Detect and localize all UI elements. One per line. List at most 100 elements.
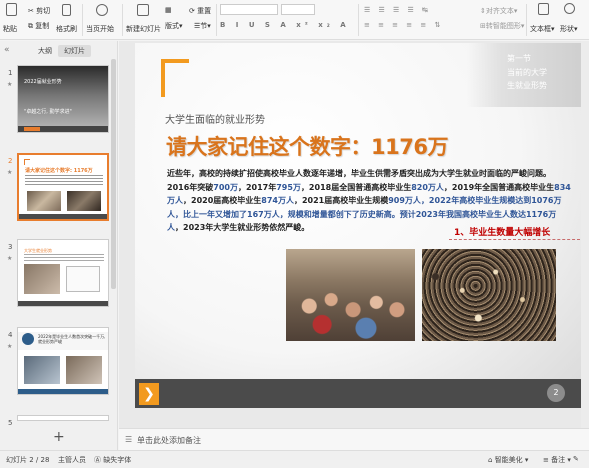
thumb-subtitle: "卓越之行, 勤学求进" [24, 109, 72, 115]
beautify-icon: ⌂ [488, 456, 493, 464]
section-dropdown[interactable]: ☰节▾ [194, 21, 211, 31]
textbox-icon[interactable] [538, 3, 549, 15]
notes-toggle-label: 备注 [551, 456, 566, 464]
list-format-buttons[interactable]: ☰ ☰ ☰ ☰ ↹ [364, 6, 431, 14]
animation-star-icon: ★ [7, 169, 13, 176]
missing-font-label: 缺失字体 [103, 456, 132, 464]
layout-dropdown[interactable]: 版式▾ [165, 21, 183, 31]
thumb-footer-bar [18, 389, 108, 394]
status-bar: 幻灯片 2 / 28 主管人员 Ⓐ 缺失字体 ⌂ 智能美化 ▾ ≡ 备注 ▾ ✎ [0, 450, 589, 468]
slide-thumbnail-5[interactable] [17, 415, 109, 421]
copy-label: 复制 [35, 22, 50, 30]
reset-button[interactable]: ⟳ 重置 [189, 6, 211, 16]
comment-icon: ✎ [573, 455, 579, 463]
slide-canvas: 第一节 当前的大学 生就业形势 大学生面临的就业形势 请大家记住这个数字：117… [119, 41, 589, 428]
highlight-value: 700万 [213, 182, 238, 192]
graduates-photo[interactable] [286, 249, 415, 341]
tab-outline[interactable]: 大纲 [32, 45, 58, 57]
add-slide-button[interactable]: + [53, 429, 65, 445]
text-format-buttons[interactable]: B I U S A x² x₂ A [220, 21, 350, 29]
notes-pane[interactable]: ☰ 单击此处添加备注 [119, 428, 589, 450]
thumb-accent [24, 127, 40, 131]
slide-thumbnail-4[interactable]: 2022年是毕业生人数首次突破一千万, 就业形势严峻 [17, 327, 109, 395]
point-label[interactable]: 1、毕业生数量大幅增长 [454, 225, 550, 238]
thumb-text-lines [25, 175, 103, 187]
new-slide-button[interactable]: 新建幻灯片 [126, 24, 161, 34]
highlight-value: 874万人 [261, 196, 294, 205]
play-from-current-button[interactable]: 当页开始 [86, 24, 114, 34]
convert-smartart-button[interactable]: ⊞转智能图形▾ [480, 21, 524, 31]
crowd-photo[interactable] [422, 249, 556, 341]
thumb-image [67, 191, 101, 211]
thumb-textbox [66, 266, 100, 292]
missing-font-button[interactable]: Ⓐ 缺失字体 [94, 455, 131, 465]
slide-thumbnail-1[interactable]: 2022届就业形势 "卓越之行, 勤学求进" [17, 65, 109, 133]
textbox-button[interactable]: 文本框▾ [530, 24, 555, 34]
notes-icon: ☰ [125, 435, 133, 444]
banner-line: 生就业形势 [507, 81, 547, 90]
format-painter-button[interactable]: 格式刷 [56, 24, 77, 34]
notes-toggle-button[interactable]: ≡ 备注 ▾ [543, 455, 571, 465]
slide-thumbnail-2[interactable]: 请大家记住这个数字: 1176万 [17, 153, 109, 221]
current-slide[interactable]: 第一节 当前的大学 生就业形势 大学生面临的就业形势 请大家记住这个数字：117… [135, 43, 583, 408]
cut-label: 剪切 [36, 7, 51, 15]
banner-line: 当前的大学 [507, 68, 547, 77]
slide-counter: 幻灯片 2 / 28 [6, 456, 50, 464]
thumb-title: 2022届就业形势 [24, 79, 62, 85]
highlight-value: 795万 [276, 182, 301, 192]
slide-number: 2 [8, 157, 13, 165]
copy-button[interactable]: ⧉ 复制 [28, 21, 49, 31]
format-painter-icon[interactable] [62, 4, 71, 16]
slide-headline[interactable]: 请大家记住这个数字：1176万 [166, 131, 448, 161]
cut-button[interactable]: ✂ 剪切 [28, 6, 50, 16]
thumb-image [27, 191, 61, 211]
ribbon-toolbar: 粘贴 ✂ 剪切 ⧉ 复制 格式刷 当页开始 新建幻灯片 ▦ ⟳ 重置 版式▾ ☰… [0, 0, 589, 40]
play-icon[interactable] [96, 4, 108, 16]
canvas-scrollbar[interactable] [581, 41, 589, 428]
smart-beautify-button[interactable]: ⌂ 智能美化 ▾ [488, 455, 528, 465]
smart-beautify-label: 智能美化 [494, 456, 523, 464]
theme-name[interactable]: 主管人员 [58, 455, 86, 465]
shape-label: 形状 [560, 25, 574, 33]
scissors-icon: ✂ [28, 7, 34, 15]
chevron-right-icon: ❯ [139, 383, 159, 405]
layout-button[interactable]: ▦ [165, 6, 172, 14]
collapse-panel-icon[interactable]: « [4, 45, 10, 55]
shape-button[interactable]: 形状▾ [560, 24, 578, 34]
ribbon-divider [526, 4, 527, 36]
notes-placeholder[interactable]: 单击此处添加备注 [137, 435, 201, 446]
thumb-image [66, 356, 102, 384]
animation-star-icon: ★ [7, 81, 13, 88]
font-size-select[interactable] [281, 4, 315, 15]
shape-icon[interactable] [564, 3, 575, 14]
reset-label: 重置 [197, 7, 212, 15]
slide-number: 3 [8, 243, 13, 251]
slide-subtitle[interactable]: 大学生面临的就业形势 [165, 111, 265, 126]
ribbon-divider [358, 4, 359, 36]
font-family-select[interactable] [220, 4, 278, 15]
paragraph-align-buttons[interactable]: ≡ ≡ ≡ ≡ ≡ ⇅ [364, 21, 443, 29]
thumb-image [24, 264, 60, 294]
slide-thumbnail-3[interactable]: 大学生就业形势 [17, 239, 109, 307]
panel-scrollbar[interactable] [111, 59, 116, 289]
slide-page-number: 2 [547, 384, 565, 402]
paste-button[interactable]: 粘贴 [3, 24, 17, 34]
new-slide-icon[interactable] [137, 4, 149, 16]
banner-line: 第一节 [507, 54, 531, 63]
body-text: ，2020届高校毕业生 [183, 196, 262, 205]
paste-icon[interactable] [6, 3, 17, 16]
ribbon-divider [216, 4, 217, 36]
tab-slides[interactable]: 幻灯片 [58, 45, 91, 57]
dashed-underline [449, 239, 580, 240]
comments-button[interactable]: ✎ [573, 455, 579, 463]
thumb-title: 2022年是毕业生人数首次突破一千万, 就业形势严峻 [38, 334, 106, 344]
thumb-footer-bar [19, 214, 107, 219]
thumb-image [24, 356, 60, 384]
thumb-footer-bar [18, 301, 108, 306]
textbox-label: 文本框 [530, 25, 551, 33]
align-text-button[interactable]: ⇕对齐文本▾ [480, 6, 517, 16]
thumb-text-lines [24, 254, 104, 262]
body-text: ，2023年大学生就业形势依然严峻。 [175, 223, 310, 232]
thumb-background [18, 66, 108, 132]
section-label: 节 [200, 22, 208, 30]
